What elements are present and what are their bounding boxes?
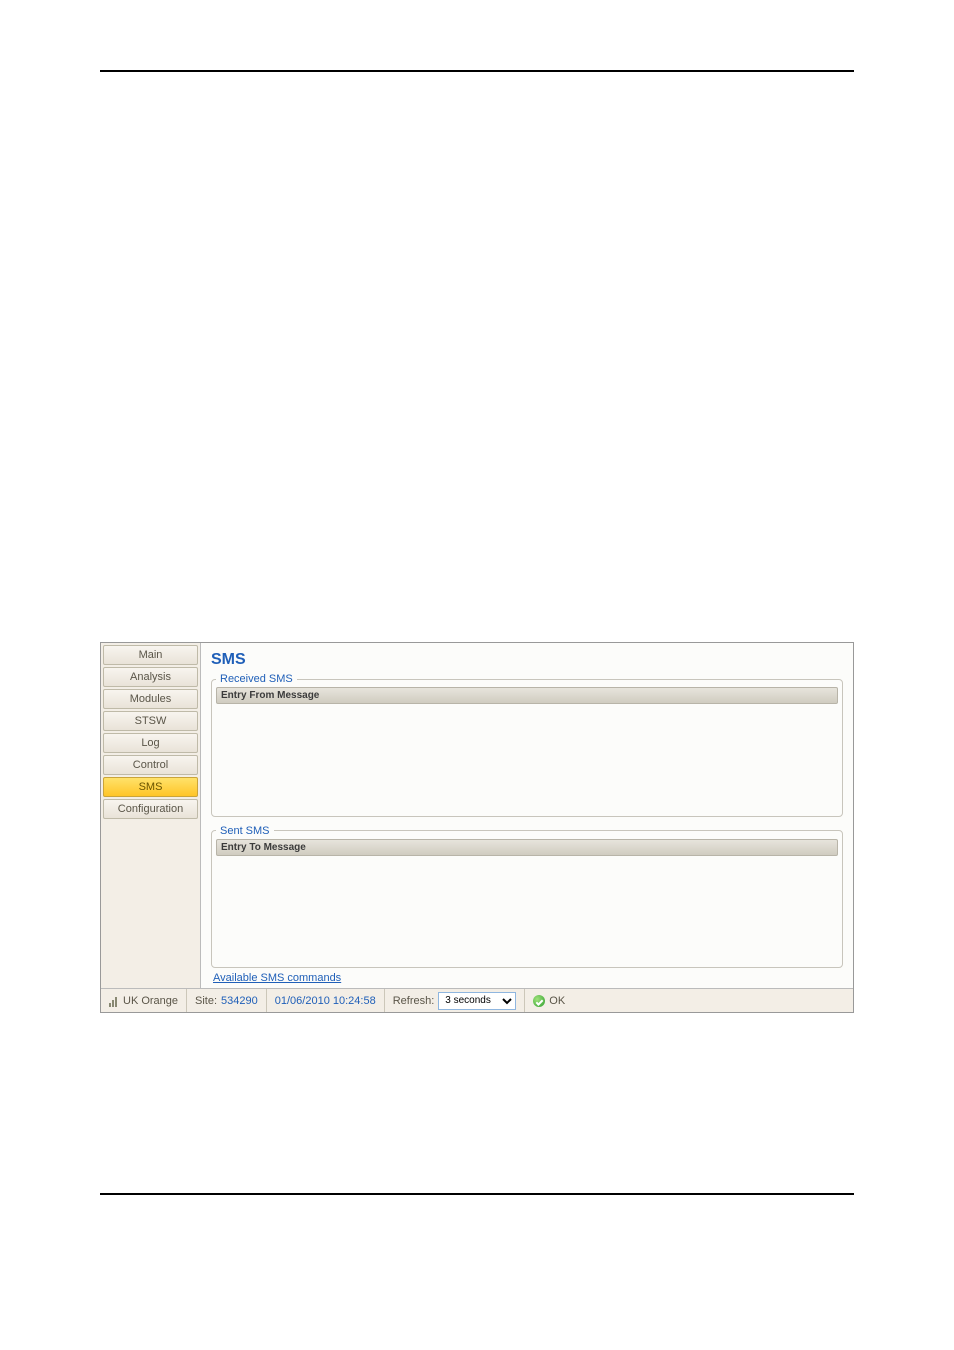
sidebar-item-configuration[interactable]: Configuration (103, 799, 198, 819)
sent-sms-group: Sent SMS Entry To Message (211, 825, 843, 969)
ok-label: OK (549, 995, 565, 1007)
sent-sms-header: Entry To Message (216, 839, 838, 856)
sent-sms-legend: Sent SMS (216, 825, 274, 837)
statusbar-refresh: Refresh: 1 second3 seconds5 seconds10 se… (385, 989, 526, 1012)
received-sms-body (216, 704, 838, 794)
sidebar-item-stsw[interactable]: STSW (103, 711, 198, 731)
received-sms-group: Received SMS Entry From Message (211, 673, 843, 817)
received-sms-legend: Received SMS (216, 673, 297, 685)
signal-icon (109, 995, 119, 1007)
sidebar-item-control[interactable]: Control (103, 755, 198, 775)
sidebar-item-analysis[interactable]: Analysis (103, 667, 198, 687)
sent-sms-body (216, 856, 838, 946)
statusbar-site: Site: 534290 (187, 989, 267, 1012)
page-title: SMS (211, 651, 843, 669)
statusbar-datetime: 01/06/2010 10:24:58 (267, 989, 385, 1012)
site-label: Site: (195, 995, 217, 1007)
statusbar-carrier: UK Orange (101, 989, 187, 1012)
statusbar: UK Orange Site: 534290 01/06/2010 10:24:… (101, 988, 853, 1012)
sidebar: Main Analysis Modules STSW Log Control S… (101, 643, 201, 988)
app-panel: Main Analysis Modules STSW Log Control S… (100, 642, 854, 1013)
ok-icon (533, 995, 545, 1007)
datetime-value: 01/06/2010 10:24:58 (275, 995, 376, 1007)
carrier-label: UK Orange (123, 995, 178, 1007)
sidebar-item-main[interactable]: Main (103, 645, 198, 665)
app-body: Main Analysis Modules STSW Log Control S… (101, 643, 853, 988)
sidebar-item-sms[interactable]: SMS (103, 777, 198, 797)
statusbar-ok: OK (525, 989, 853, 1012)
refresh-label: Refresh: (393, 995, 435, 1007)
available-sms-commands-link[interactable]: Available SMS commands (211, 972, 843, 984)
sidebar-item-log[interactable]: Log (103, 733, 198, 753)
bottom-divider (100, 1193, 854, 1195)
received-sms-header: Entry From Message (216, 687, 838, 704)
blank-space (0, 72, 954, 642)
sidebar-item-modules[interactable]: Modules (103, 689, 198, 709)
content-area: SMS Received SMS Entry From Message Sent… (201, 643, 853, 988)
refresh-select[interactable]: 1 second3 seconds5 seconds10 seconds (438, 992, 516, 1010)
site-value: 534290 (221, 995, 258, 1007)
